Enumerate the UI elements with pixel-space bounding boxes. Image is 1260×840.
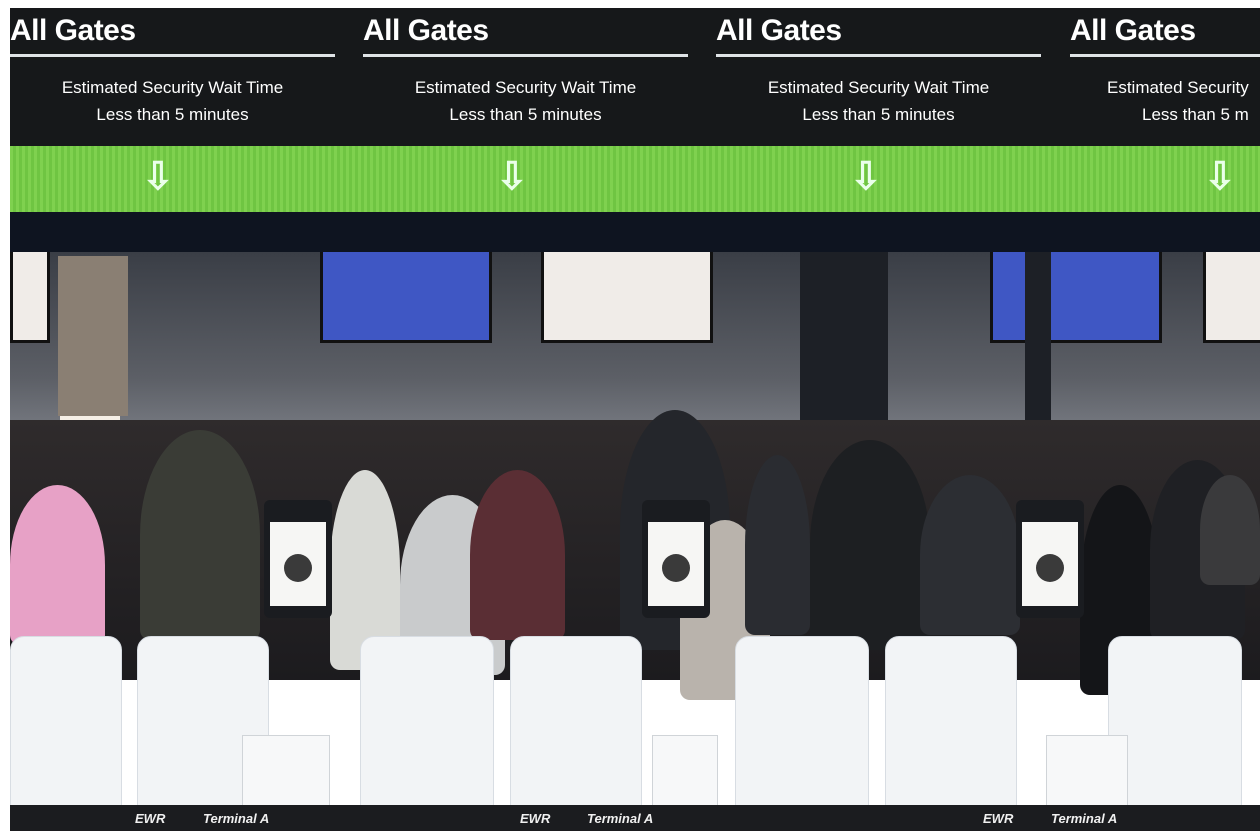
sign-divider	[363, 54, 688, 57]
scan-icon	[1036, 553, 1064, 582]
down-arrow-icon: ⇩	[496, 156, 528, 198]
id-scanner-kiosk	[642, 500, 710, 618]
sign-subtitle: Estimated Security Wait Time	[61, 78, 284, 97]
e-gate-panel	[1108, 636, 1242, 818]
traveler	[1200, 475, 1260, 585]
e-gate-panel	[735, 636, 869, 818]
prohibited-items-monitor	[541, 243, 713, 343]
id-scanner-kiosk	[1016, 500, 1084, 618]
monitor	[10, 243, 50, 343]
scan-icon	[284, 553, 312, 582]
e-gate-panel	[510, 636, 642, 818]
wait-time-value: Less than 5 m	[1142, 105, 1249, 124]
sign-title: All Gates	[363, 14, 489, 47]
security-checkpoint-photo: EXIT EXIT All Gates Estimated Security W…	[0, 0, 1260, 840]
down-arrow-icon: ⇩	[1204, 156, 1236, 198]
tsa-precheck-monitor	[990, 243, 1162, 343]
sign-divider	[716, 54, 1041, 57]
e-gate-panel	[360, 636, 494, 818]
wait-time-value: Less than 5 minutes	[449, 105, 602, 124]
wait-time-sign-banner: All Gates Estimated Security Wait Time L…	[10, 8, 1260, 146]
queue-belt-barrier: EWR Terminal A EWR Terminal A EWR Termin…	[10, 805, 1260, 831]
wait-time-value: Less than 5 minutes	[802, 105, 955, 124]
traveler	[470, 470, 565, 640]
prohibited-items-monitor	[1203, 243, 1260, 343]
sign-subtitle: Estimated Security	[1107, 78, 1249, 97]
tsa-precheck-monitor	[320, 243, 492, 343]
sign-title: All Gates	[1070, 14, 1196, 47]
e-gate-panel	[885, 636, 1017, 818]
sign-divider	[10, 54, 335, 57]
scan-icon	[662, 553, 690, 582]
sign-title: All Gates	[10, 14, 136, 47]
belt-label: Terminal A	[587, 811, 654, 826]
wait-time-sign: All Gates Estimated Security Wait Time L…	[10, 8, 350, 146]
down-arrow-icon: ⇩	[142, 156, 174, 198]
wait-time-sign: All Gates Estimated Security Wait Time L…	[363, 8, 703, 146]
e-gate-panel	[10, 636, 122, 818]
belt-label: EWR	[135, 811, 166, 826]
belt-label: EWR	[520, 811, 551, 826]
down-arrow-icon: ⇩	[850, 156, 882, 198]
belt-label: Terminal A	[203, 811, 270, 826]
wait-time-value: Less than 5 minutes	[96, 105, 249, 124]
traveler	[810, 440, 930, 650]
id-scanner-kiosk	[264, 500, 332, 618]
sign-subtitle: Estimated Security Wait Time	[767, 78, 990, 97]
traveler	[745, 455, 810, 635]
wait-time-sign: All Gates Estimated Security Less than 5…	[1070, 8, 1260, 146]
sign-subtitle: Estimated Security Wait Time	[414, 78, 637, 97]
belt-label: EWR	[983, 811, 1014, 826]
sign-title: All Gates	[716, 14, 842, 47]
belt-label: Terminal A	[1051, 811, 1118, 826]
traveler	[920, 475, 1020, 635]
traveler	[10, 485, 105, 645]
wall-panel	[58, 256, 128, 416]
traveler	[140, 430, 260, 640]
wait-time-sign: All Gates Estimated Security Wait Time L…	[716, 8, 1056, 146]
arrow-band: ⇩ ⇩ ⇩ ⇩	[10, 146, 1260, 212]
ceiling-beam	[10, 212, 1260, 252]
sign-divider	[1070, 54, 1260, 57]
